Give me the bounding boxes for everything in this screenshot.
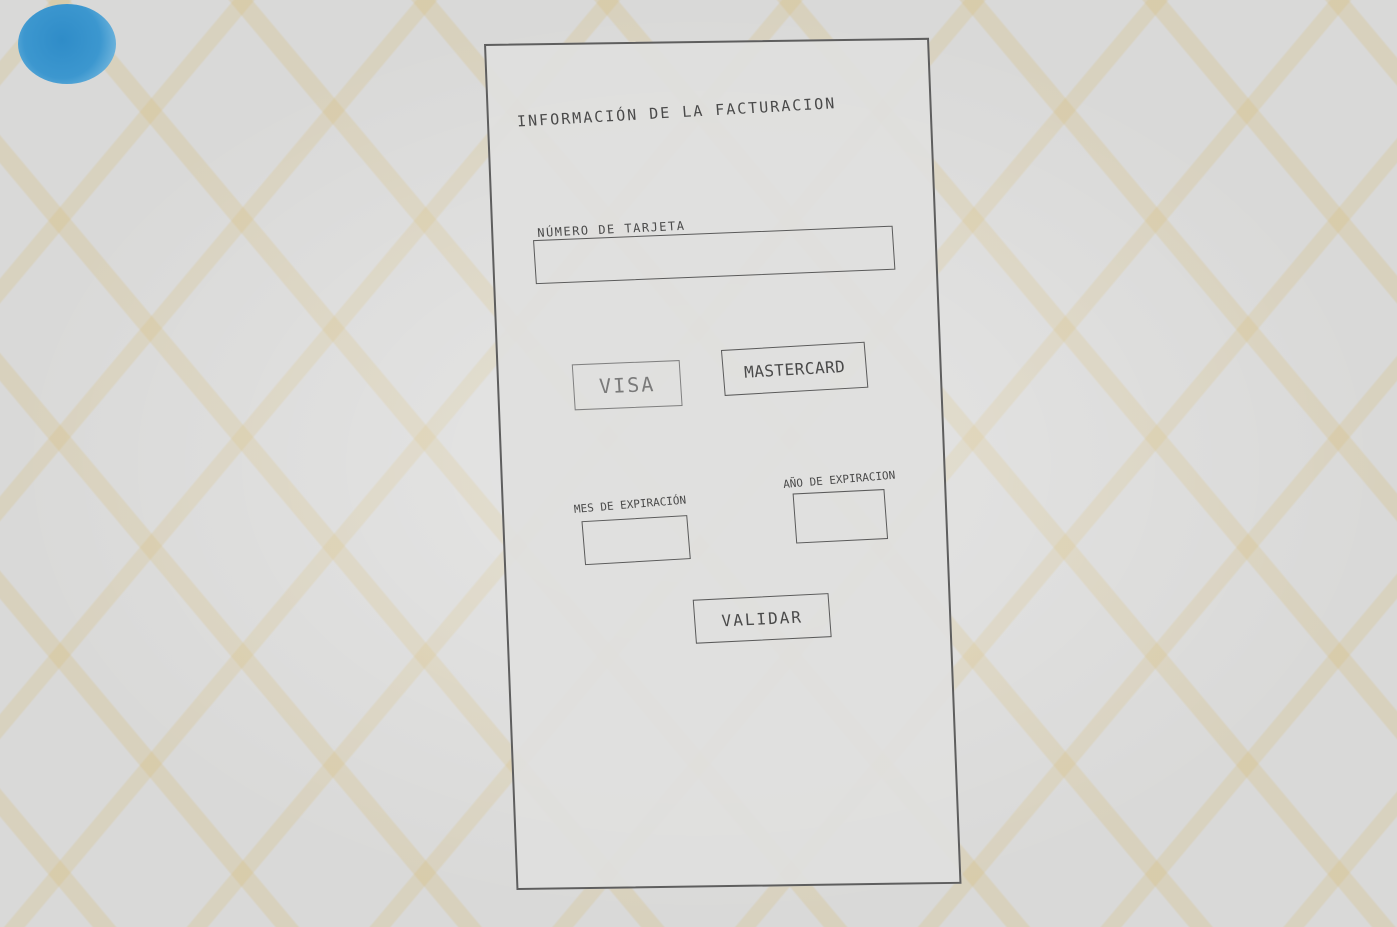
validate-button[interactable]: VALIDAR	[692, 593, 832, 644]
billing-form-sketch: INFORMACIÓN DE LA FACTURACION NÚMERO DE …	[484, 37, 962, 890]
expiration-month-input[interactable]	[581, 515, 691, 566]
form-title: INFORMACIÓN DE LA FACTURACION	[516, 94, 837, 131]
blue-marker-dot	[18, 4, 116, 84]
expiration-year-label: AÑO DE EXPIRACION	[782, 468, 896, 491]
expiration-month-label: MES DE EXPIRACIÓN	[573, 493, 687, 516]
visa-button[interactable]: VISA	[571, 360, 683, 411]
mastercard-button[interactable]: MASTERCARD	[720, 341, 869, 396]
expiration-year-input[interactable]	[792, 489, 889, 544]
